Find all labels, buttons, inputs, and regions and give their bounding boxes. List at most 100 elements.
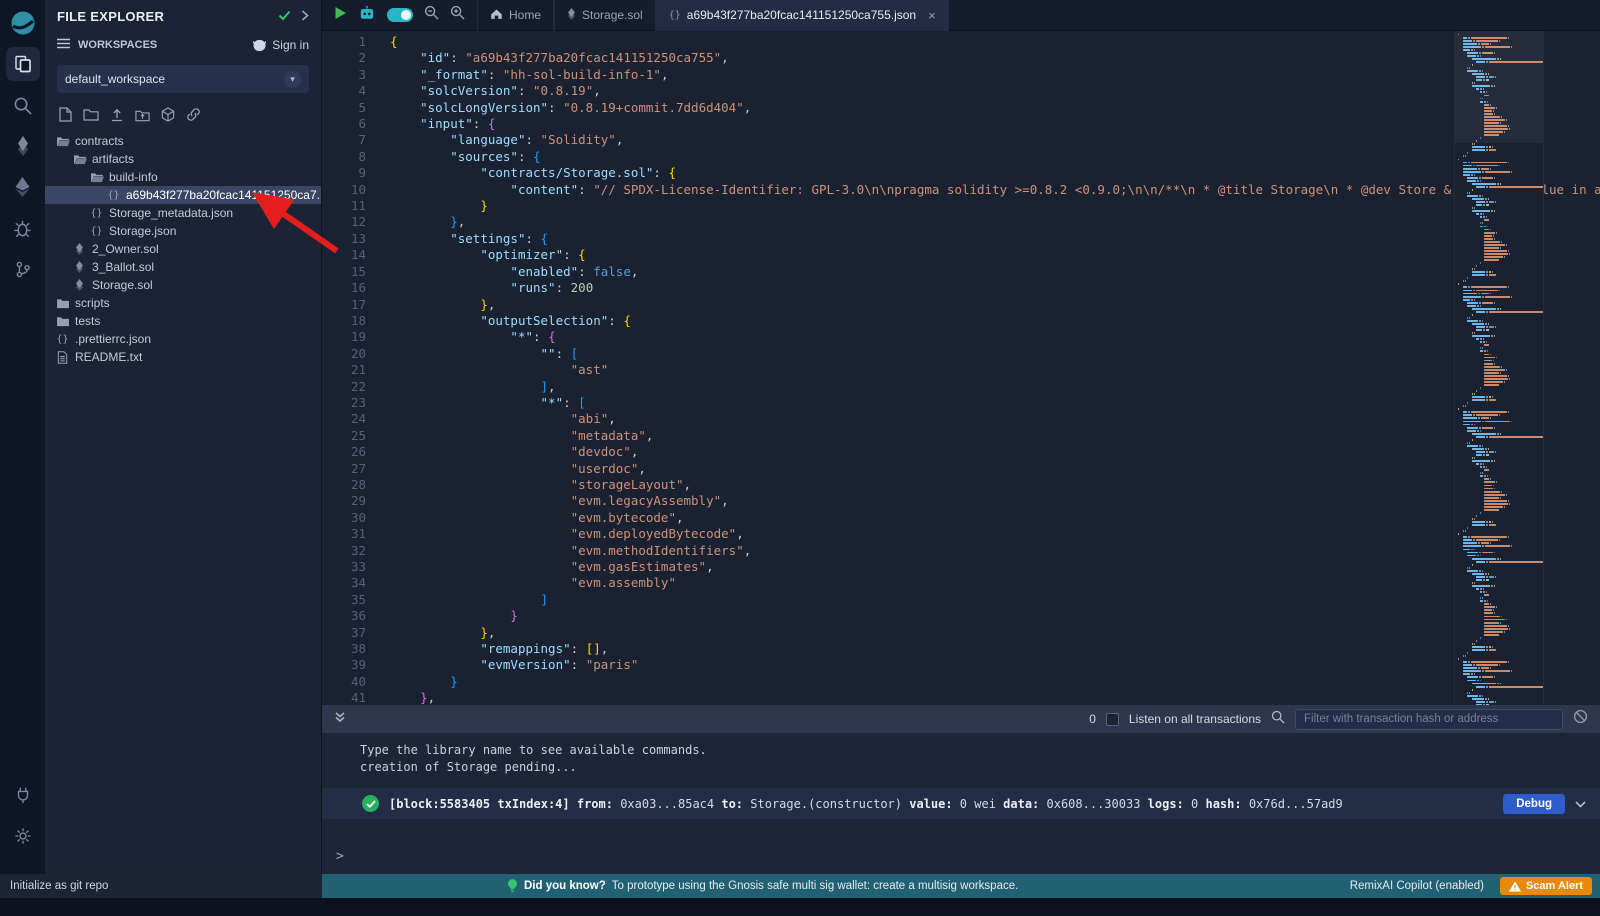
tree-item-label: Storage_metadata.json <box>109 206 233 220</box>
github-icon <box>252 39 267 52</box>
line-number: 25 <box>322 428 366 444</box>
code-line: "*": [ <box>390 395 1600 411</box>
line-number: 8 <box>322 149 366 165</box>
load-from-gist-icon[interactable] <box>161 107 175 122</box>
terminal-prompt[interactable]: > <box>336 849 344 864</box>
workspaces-menu-icon[interactable] <box>57 38 70 52</box>
tree-item-scripts[interactable]: scripts <box>45 294 321 312</box>
workspace-select-value: default_workspace <box>65 72 165 86</box>
code-line: "": [ <box>390 346 1600 362</box>
line-number: 11 <box>322 198 366 214</box>
sol-icon <box>72 243 87 255</box>
copilot-status[interactable]: RemixAI Copilot (enabled) <box>1350 880 1484 892</box>
expand-terminal-icon[interactable] <box>334 710 346 728</box>
line-number: 15 <box>322 264 366 280</box>
tab-home[interactable]: Home <box>477 0 554 31</box>
upload-file-icon[interactable] <box>110 108 124 122</box>
code-line: }, <box>390 297 1600 313</box>
editor-gutter: 1234567891011121314151617181920212223242… <box>322 31 380 705</box>
source-control-icon[interactable] <box>6 252 40 286</box>
line-number: 14 <box>322 247 366 263</box>
tree-item-storage-json[interactable]: {} Storage.json <box>45 222 321 240</box>
tree-item-label: Storage.sol <box>92 278 153 292</box>
ai-copilot-icon[interactable] <box>358 5 376 26</box>
sol-icon <box>567 8 576 23</box>
tree-item-artifacts[interactable]: artifacts <box>45 150 321 168</box>
debug-button[interactable]: Debug <box>1503 794 1565 814</box>
tree-item-label: tests <box>75 314 100 328</box>
transaction-expand-icon[interactable] <box>1575 795 1586 813</box>
scam-alert-badge[interactable]: Scam Alert <box>1500 877 1592 895</box>
listen-all-label: Listen on all transactions <box>1129 712 1261 726</box>
tree-item-contracts[interactable]: contracts <box>45 132 321 150</box>
search-icon[interactable] <box>6 88 40 122</box>
lightbulb-icon <box>507 879 518 893</box>
tree-item-label: Storage.json <box>109 224 176 238</box>
code-editor[interactable]: 1234567891011121314151617181920212223242… <box>322 31 1600 705</box>
editor-minimap[interactable] <box>1454 31 1544 705</box>
line-number: 35 <box>322 592 366 608</box>
tab-a69b43f277ba20fcac141151250ca755-json[interactable]: {}a69b43f277ba20fcac141151250ca755.json× <box>656 0 949 31</box>
tab-storage-sol[interactable]: Storage.sol <box>554 0 656 31</box>
zoom-in-icon[interactable] <box>450 5 465 25</box>
ai-copilot-toggle[interactable] <box>387 8 413 22</box>
transaction-success-icon <box>362 795 379 812</box>
solidity-compiler-icon[interactable] <box>6 129 40 163</box>
code-line: "contracts/Storage.sol": { <box>390 165 1600 181</box>
json-icon: {} <box>669 10 681 21</box>
deploy-and-run-icon[interactable] <box>6 170 40 204</box>
code-line: "remappings": [], <box>390 641 1600 657</box>
code-line: "evmVersion": "paris" <box>390 657 1600 673</box>
workspace-select[interactable]: default_workspace ▾ <box>57 65 309 93</box>
upload-folder-icon[interactable] <box>135 108 150 122</box>
tree-item-build-info[interactable]: build-info <box>45 168 321 186</box>
listen-all-checkbox[interactable] <box>1106 713 1119 726</box>
git-init-button[interactable]: Initialize as git repo <box>0 874 322 898</box>
line-number: 21 <box>322 362 366 378</box>
zoom-out-icon[interactable] <box>424 5 439 25</box>
new-folder-icon[interactable] <box>83 108 99 121</box>
tree-item-tests[interactable]: tests <box>45 312 321 330</box>
line-number: 30 <box>322 510 366 526</box>
remix-logo-icon[interactable] <box>6 6 40 40</box>
terminal-toolbar: 0 Listen on all transactions <box>322 705 1600 733</box>
code-line: "solcVersion": "0.8.19", <box>390 83 1600 99</box>
tree-item-label: scripts <box>75 296 110 310</box>
json-icon: {} <box>89 226 104 237</box>
code-line: "id": "a69b43f277ba20fcac141151250ca755"… <box>390 50 1600 66</box>
tree-item-2-owner-sol[interactable]: 2_Owner.sol <box>45 240 321 258</box>
line-number: 39 <box>322 657 366 673</box>
link-icon[interactable] <box>186 107 201 122</box>
close-tab-icon[interactable]: × <box>928 8 936 23</box>
code-line: } <box>390 608 1600 624</box>
line-number: 18 <box>322 313 366 329</box>
tree-item-prettierrc-json[interactable]: {}.prettierrc.json <box>45 330 321 348</box>
line-number: 5 <box>322 100 366 116</box>
terminal-log-line: creation of Storage pending... <box>360 759 1600 776</box>
run-script-icon[interactable] <box>334 6 347 25</box>
line-number: 2 <box>322 50 366 66</box>
minimap-viewport <box>1455 31 1543 143</box>
line-number: 27 <box>322 461 366 477</box>
transaction-row[interactable]: [block:5583405 txIndex:4] from: 0xa03...… <box>322 788 1600 819</box>
code-line: ], <box>390 379 1600 395</box>
tree-item-readme-txt[interactable]: README.txt <box>45 348 321 366</box>
file-explorer-icon[interactable] <box>6 47 40 81</box>
clear-console-icon[interactable] <box>1573 709 1588 729</box>
json-icon: {} <box>106 190 121 201</box>
sign-in-button[interactable]: Sign in <box>252 38 309 52</box>
debugger-icon[interactable] <box>6 211 40 245</box>
folder-open-icon <box>55 136 70 147</box>
settings-icon[interactable] <box>6 819 40 853</box>
tree-item-3-ballot-sol[interactable]: 3_Ballot.sol <box>45 258 321 276</box>
expand-panel-icon[interactable] <box>301 9 309 24</box>
line-number: 40 <box>322 674 366 690</box>
plugin-manager-icon[interactable] <box>6 778 40 812</box>
code-line: ] <box>390 592 1600 608</box>
transaction-filter-input[interactable] <box>1295 709 1563 730</box>
new-file-icon[interactable] <box>59 107 72 122</box>
tree-item-storage-metadata-json[interactable]: {}Storage_metadata.json <box>45 204 321 222</box>
tree-item-a69b43f277ba20fcac141151250ca7[interactable]: {}a69b43f277ba20fcac141151250ca7... <box>45 186 321 204</box>
tree-item-storage-sol[interactable]: Storage.sol <box>45 276 321 294</box>
code-line: "input": { <box>390 116 1600 132</box>
